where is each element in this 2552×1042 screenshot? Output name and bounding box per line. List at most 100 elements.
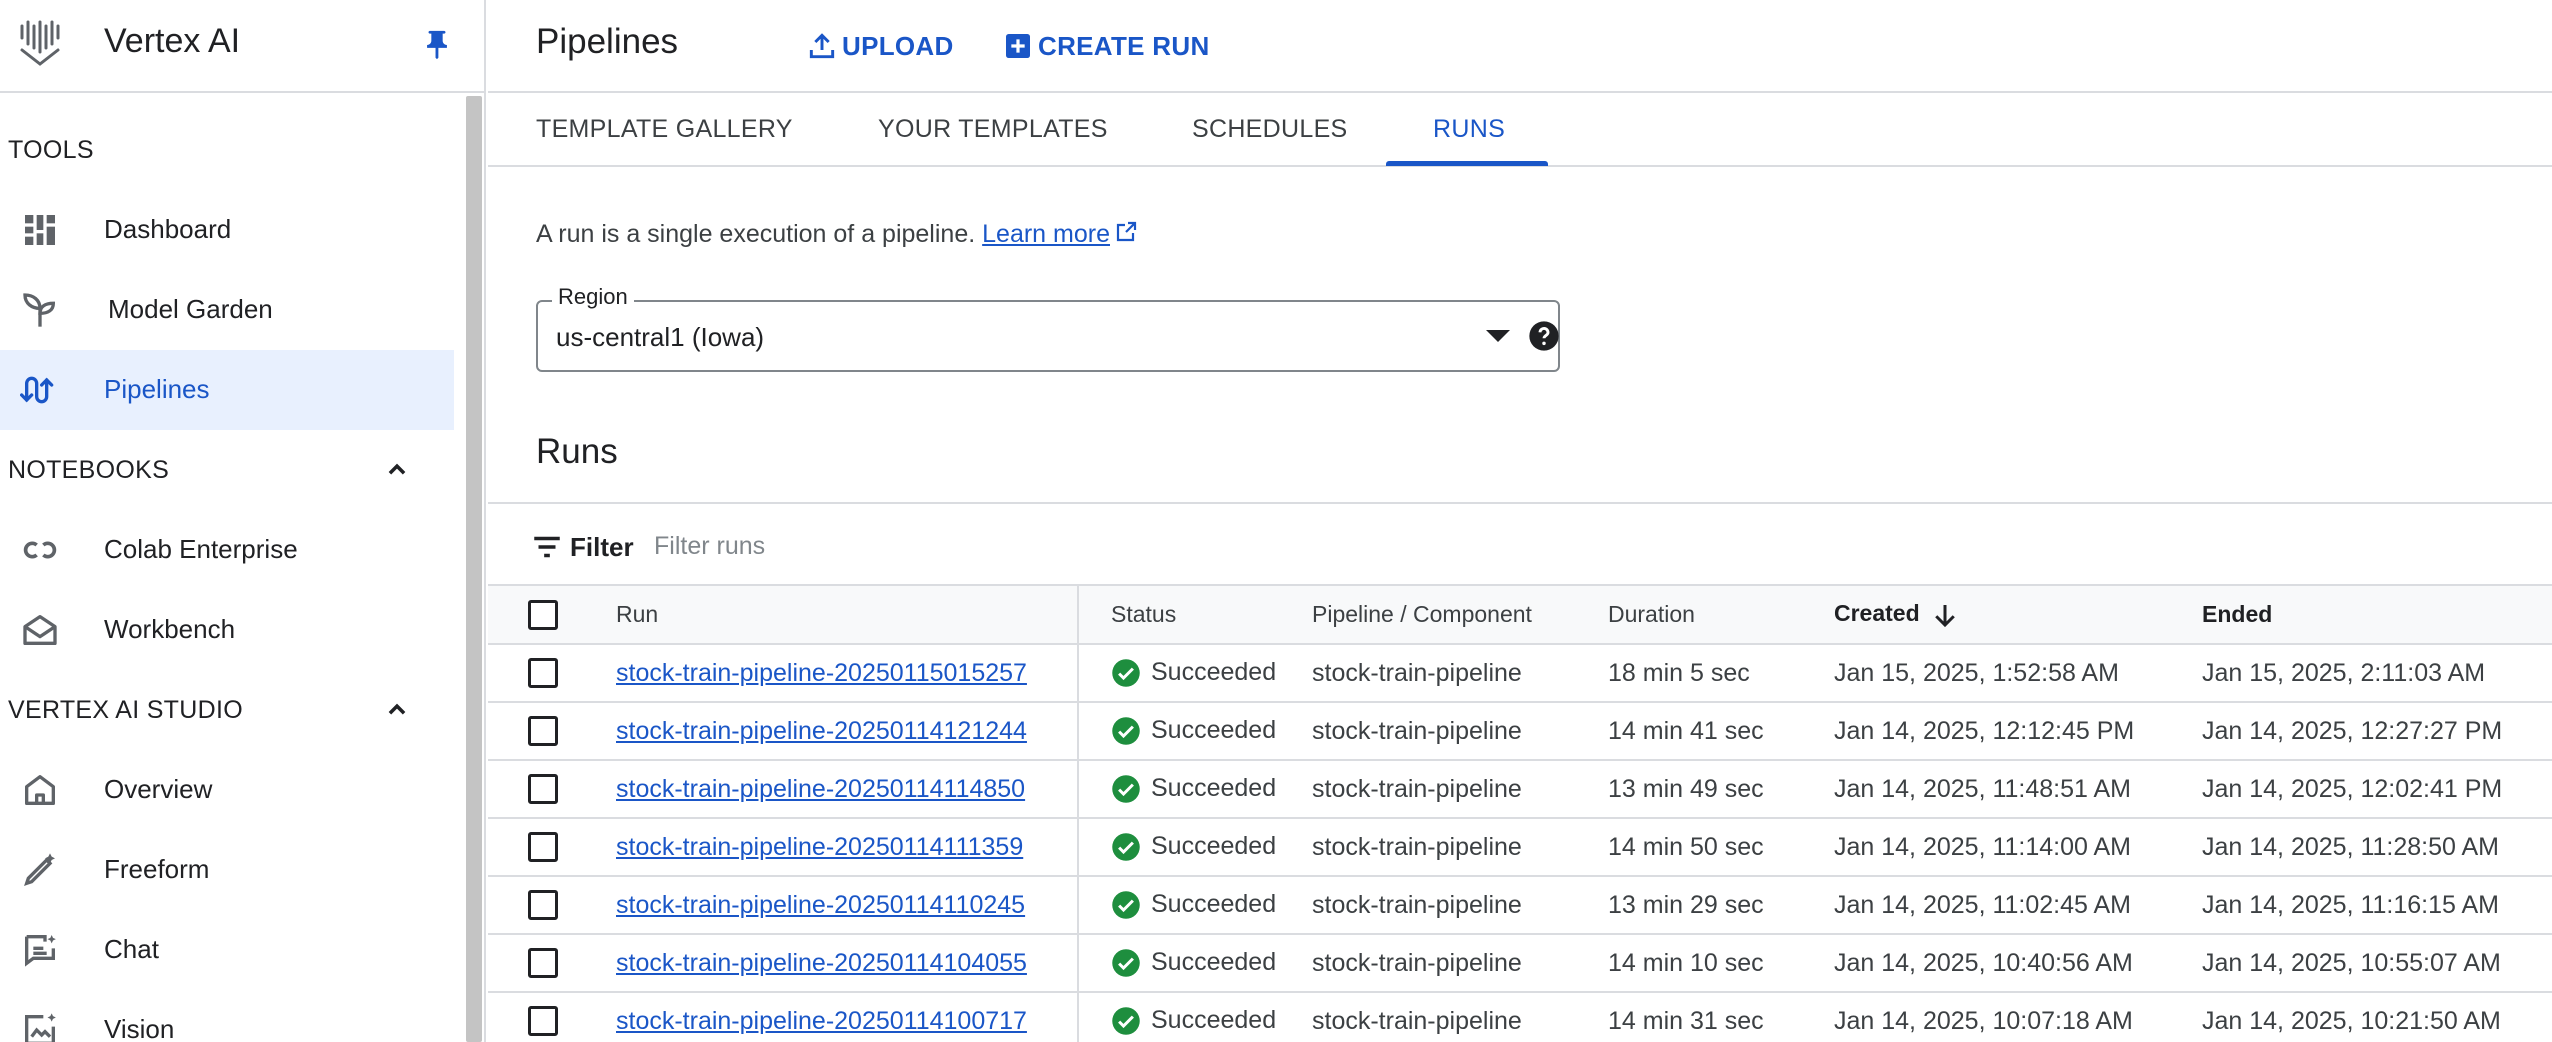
run-link[interactable]: stock-train-pipeline-20250114104055	[616, 949, 1027, 977]
arrow-down-icon[interactable]	[1930, 600, 1960, 630]
sidebar-item-vision[interactable]: Vision	[0, 990, 454, 1042]
select-all-checkbox[interactable]	[528, 599, 558, 630]
run-link[interactable]: stock-train-pipeline-20250114121244	[616, 717, 1027, 745]
check-circle-icon	[1112, 775, 1140, 803]
table-row[interactable]: stock-train-pipeline-20250114100717 Succe…	[488, 992, 2552, 1042]
check-circle-icon	[1112, 891, 1140, 919]
external-link-icon	[1116, 221, 1137, 242]
sidebar-item-freeform[interactable]: Freeform	[0, 830, 454, 910]
duration-cell: 13 min 29 sec	[1608, 876, 1834, 935]
workbench-icon	[23, 615, 57, 645]
row-checkbox[interactable]	[528, 948, 558, 979]
sidebar-item-label: Chat	[104, 934, 159, 964]
sidebar-scrollbar[interactable]	[466, 96, 482, 1042]
dropdown-arrow-icon[interactable]	[1486, 330, 1510, 342]
sidebar-item-overview[interactable]: Overview	[0, 750, 454, 830]
active-tab-indicator	[1386, 161, 1548, 166]
ended-cell: Jan 14, 2025, 11:16:15 AM	[2202, 876, 2552, 935]
pencil-sparkle-icon	[24, 853, 55, 886]
tab-your-templates[interactable]: YOUR TEMPLATES	[878, 95, 1108, 167]
sidebar-item-label: Dashboard	[104, 214, 232, 244]
column-header-pipeline[interactable]: Pipeline / Component	[1312, 586, 1608, 645]
created-cell: Jan 14, 2025, 10:40:56 AM	[1834, 934, 2202, 993]
chevron-up-icon[interactable]	[380, 452, 414, 486]
pipeline-cell: stock-train-pipeline	[1312, 876, 1608, 935]
status-cell: Succeeded	[1078, 818, 1312, 877]
column-header-run[interactable]: Run	[616, 586, 1079, 645]
check-circle-icon	[1112, 717, 1140, 745]
row-select-cell	[488, 992, 616, 1042]
vertex-ai-logo-icon[interactable]	[16, 20, 64, 68]
row-checkbox[interactable]	[528, 1006, 558, 1037]
create-run-label: CREATE RUN	[1038, 30, 1210, 61]
table-row[interactable]: stock-train-pipeline-20250114114850 Succe…	[488, 760, 2552, 819]
pin-icon[interactable]	[420, 28, 454, 62]
row-checkbox[interactable]	[528, 774, 558, 805]
sidebar-item-chat[interactable]: Chat	[0, 910, 454, 990]
sidebar-item-model-garden[interactable]: Model Garden	[0, 270, 454, 350]
ended-cell: Jan 14, 2025, 11:28:50 AM	[2202, 818, 2552, 877]
region-select[interactable]: Region us-central1 (Iowa)	[536, 284, 1560, 372]
sidebar: Vertex AI TOOLS Dashboard Model Garden P…	[0, 0, 486, 1042]
table-row[interactable]: stock-train-pipeline-20250114121244 Succe…	[488, 702, 2552, 761]
sidebar-item-dashboard[interactable]: Dashboard	[0, 190, 454, 270]
row-checkbox[interactable]	[528, 890, 558, 921]
table-row[interactable]: stock-train-pipeline-20250115015257 Succe…	[488, 644, 2552, 703]
column-header-ended[interactable]: Ended	[2202, 586, 2552, 645]
intro-text: A run is a single execution of a pipelin…	[536, 220, 1138, 249]
row-checkbox[interactable]	[528, 716, 558, 747]
ended-cell: Jan 14, 2025, 12:02:41 PM	[2202, 760, 2552, 819]
column-header-status[interactable]: Status	[1078, 586, 1312, 645]
upload-button[interactable]: UPLOAD	[806, 26, 954, 66]
sidebar-item-colab-enterprise[interactable]: Colab Enterprise	[0, 510, 454, 590]
row-select-cell	[488, 760, 616, 819]
duration-cell: 14 min 41 sec	[1608, 702, 1834, 761]
tab-template-gallery[interactable]: TEMPLATE GALLERY	[536, 95, 793, 167]
region-label: Region	[552, 284, 634, 310]
learn-more-link[interactable]: Learn more	[982, 220, 1110, 248]
tab-bar: TEMPLATE GALLERY YOUR TEMPLATES SCHEDULE…	[488, 95, 2552, 167]
run-link[interactable]: stock-train-pipeline-20250114111359	[616, 833, 1023, 861]
row-checkbox[interactable]	[528, 658, 558, 689]
sidebar-item-pipelines[interactable]: Pipelines	[0, 350, 454, 430]
row-checkbox[interactable]	[528, 832, 558, 863]
page-header: Pipelines UPLOAD CREATE RUN	[488, 0, 2552, 93]
ended-cell: Jan 14, 2025, 12:27:27 PM	[2202, 702, 2552, 761]
chevron-up-icon[interactable]	[380, 692, 414, 726]
duration-cell: 18 min 5 sec	[1608, 644, 1834, 703]
filter-label[interactable]: Filter	[570, 532, 634, 563]
filter-icon[interactable]	[530, 530, 564, 564]
run-cell: stock-train-pipeline-20250114100717	[616, 992, 1079, 1042]
run-link[interactable]: stock-train-pipeline-20250115015257	[616, 659, 1027, 687]
created-cell: Jan 14, 2025, 11:48:51 AM	[1834, 760, 2202, 819]
created-cell: Jan 14, 2025, 11:14:00 AM	[1834, 818, 2202, 877]
create-run-button[interactable]: CREATE RUN	[1002, 26, 1210, 66]
run-link[interactable]: stock-train-pipeline-20250114110245	[616, 891, 1025, 919]
table-row[interactable]: stock-train-pipeline-20250114111359 Succe…	[488, 818, 2552, 877]
table-row[interactable]: stock-train-pipeline-20250114104055 Succe…	[488, 934, 2552, 993]
status-cell: Succeeded	[1078, 934, 1312, 993]
run-link[interactable]: stock-train-pipeline-20250114114850	[616, 775, 1025, 803]
tab-runs[interactable]: RUNS	[1433, 95, 1505, 167]
table-row[interactable]: stock-train-pipeline-20250114110245 Succe…	[488, 876, 2552, 935]
status-text: Succeeded	[1151, 889, 1277, 918]
sidebar-item-label: Overview	[104, 774, 213, 804]
section-notebooks: NOTEBOOKS	[8, 456, 170, 484]
column-header-duration[interactable]: Duration	[1608, 586, 1834, 645]
sprout-icon	[23, 293, 56, 327]
intro-description: A run is a single execution of a pipelin…	[536, 220, 976, 248]
main-content: Pipelines UPLOAD CREATE RUN TEMPLATE GAL…	[488, 0, 2552, 1042]
run-link[interactable]: stock-train-pipeline-20250114100717	[616, 1007, 1027, 1035]
filter-input[interactable]	[654, 526, 1454, 566]
colab-icon	[23, 541, 57, 559]
created-cell: Jan 14, 2025, 12:12:45 PM	[1834, 702, 2202, 761]
created-cell: Jan 14, 2025, 11:02:45 AM	[1834, 876, 2202, 935]
tab-schedules[interactable]: SCHEDULES	[1192, 95, 1348, 167]
row-select-cell	[488, 818, 616, 877]
runs-title: Runs	[536, 432, 618, 471]
sidebar-item-workbench[interactable]: Workbench	[0, 590, 454, 670]
help-icon[interactable]	[1528, 320, 1560, 352]
row-select-cell	[488, 934, 616, 993]
sidebar-header: Vertex AI	[0, 0, 484, 93]
column-header-created[interactable]: Created	[1834, 586, 2202, 645]
